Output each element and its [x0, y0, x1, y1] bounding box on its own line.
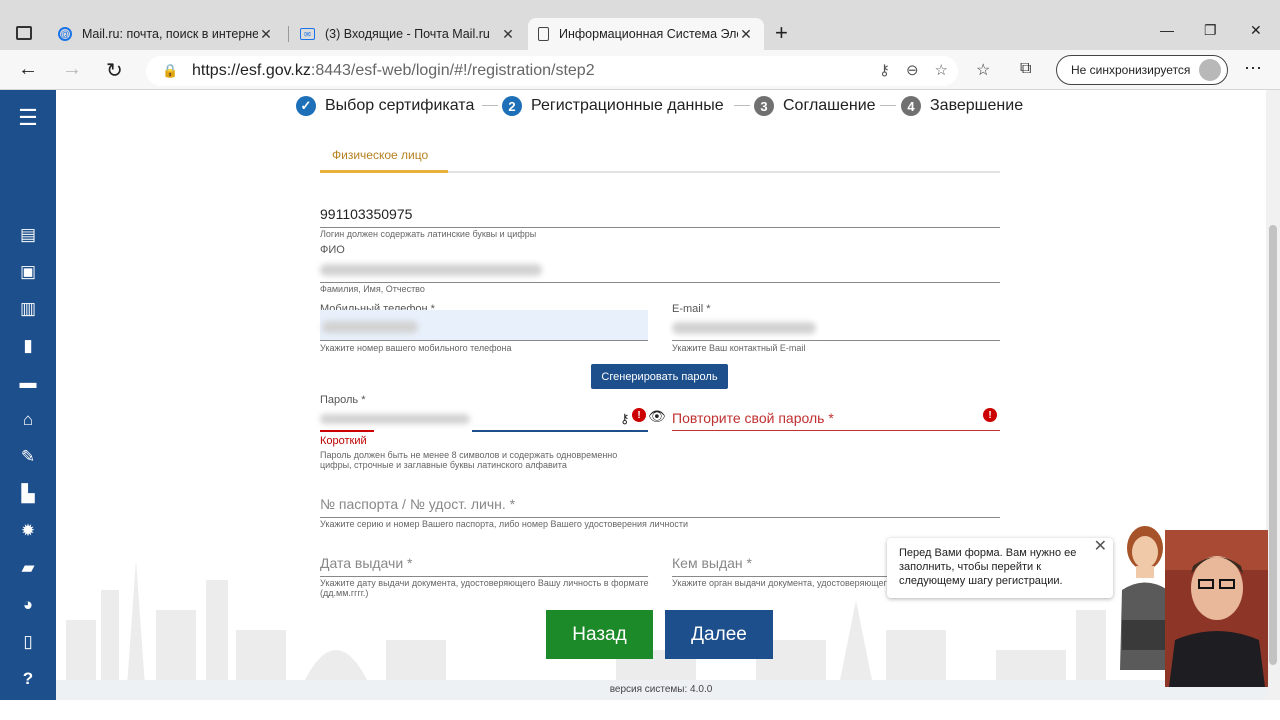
collections-icon[interactable]: ⧉: [1020, 60, 1031, 78]
browser-tab-mailru[interactable]: @ Mail.ru: почта, поиск в интерне ✕: [48, 18, 284, 50]
document-icon: [538, 27, 549, 41]
scrollbar-thumb[interactable]: [1269, 225, 1277, 665]
presenter-webcam: [1165, 530, 1268, 687]
reload-icon[interactable]: ↻: [106, 58, 123, 83]
more-options-icon[interactable]: ⋯: [1244, 58, 1262, 79]
close-tab-icon[interactable]: ✕: [258, 26, 274, 43]
phone-hint: Укажите номер вашего мобильного телефона: [320, 343, 512, 353]
system-version: версия системы: 4.0.0: [56, 680, 1266, 700]
close-tab-icon[interactable]: ✕: [500, 26, 516, 43]
password-label: Пароль *: [320, 394, 366, 406]
fio-label: ФИО: [320, 244, 345, 256]
step-label: Регистрационные данные: [531, 97, 724, 114]
tab-title: (3) Входящие - Почта Mail.ru: [325, 27, 490, 41]
back-button[interactable]: Назад: [546, 610, 653, 659]
login-input[interactable]: 991103350975: [320, 206, 412, 222]
browser-tab-bar: @ Mail.ru: почта, поиск в интерне ✕ ✉ (3…: [0, 0, 1280, 50]
page-content: ☰ ▤ ▣ ▥ ▮ ▬ ⌂ ✎ ▙ ✹ ▰ ◕ ▯ ? ✓ Выбор серт…: [0, 90, 1280, 720]
new-tab-button[interactable]: +: [775, 20, 788, 46]
edit-document-icon[interactable]: ✎: [16, 446, 40, 468]
step-label: Выбор сертификата: [325, 97, 475, 114]
tab-individual[interactable]: Физическое лицо: [332, 148, 428, 162]
browser-tab-inbox[interactable]: ✉ (3) Входящие - Почта Mail.ru ✕: [290, 18, 526, 50]
sync-label: Не синхронизируется: [1071, 63, 1191, 77]
url-text: https://esf.gov.kz:8443/esf-web/login/#!…: [192, 62, 595, 79]
generate-password-button[interactable]: Сгенерировать пароль: [591, 364, 728, 389]
add-favorite-icon[interactable]: ☆: [935, 61, 948, 79]
passport-input[interactable]: № паспорта / № удост. личн. *: [320, 496, 515, 512]
step-label: Соглашение: [783, 97, 876, 114]
password-repeat-error-icon: !: [983, 408, 997, 422]
issued-by-hint: Укажите орган выдачи документа, удостове…: [672, 578, 888, 588]
back-arrow-icon[interactable]: ←: [18, 58, 38, 81]
password-input[interactable]: [320, 414, 470, 424]
page-scrollbar[interactable]: [1266, 90, 1280, 700]
next-button[interactable]: Далее: [665, 610, 773, 659]
profile-sync-button[interactable]: Не синхронизируется: [1056, 55, 1228, 85]
id-card-icon[interactable]: ▣: [16, 261, 40, 283]
step-number: 3: [754, 96, 774, 116]
fio-input[interactable]: [320, 264, 542, 276]
step-label: Завершение: [930, 97, 1024, 114]
fio-hint: Фамилия, Имя, Отчество: [320, 284, 425, 294]
mail-envelope-icon: ✉: [300, 28, 315, 40]
lock-icon[interactable]: 🔒: [162, 63, 184, 79]
building-icon[interactable]: ▥: [16, 298, 40, 320]
tab-title: Информационная Система Эле: [559, 27, 738, 41]
step-1-select-certificate: ✓ Выбор сертификата: [296, 96, 474, 116]
restore-button[interactable]: ❐: [1204, 22, 1217, 39]
tab-title: Mail.ru: почта, поиск в интерне: [82, 27, 258, 41]
book-icon[interactable]: ▯: [16, 631, 40, 653]
zoom-icon[interactable]: ⊖: [906, 61, 919, 79]
briefcase-icon[interactable]: ▬: [16, 372, 40, 394]
password-error-icon: !: [632, 408, 646, 422]
sidebar: ☰ ▤ ▣ ▥ ▮ ▬ ⌂ ✎ ▙ ✹ ▰ ◕ ▯ ?: [0, 90, 56, 720]
password-hint: Пароль должен быть не менее 8 символов и…: [320, 450, 618, 470]
password-strength: Короткий: [320, 435, 367, 447]
document-icon[interactable]: ▤: [16, 224, 40, 246]
step-2-registration-data: 2 Регистрационные данные: [502, 96, 724, 116]
issued-by-input[interactable]: Кем выдан *: [672, 555, 752, 571]
issue-date-hint: Укажите дату выдачи документа, удостовер…: [320, 578, 649, 598]
step-3-agreement: 3 Соглашение: [754, 96, 876, 116]
key-icon: ⚷: [620, 411, 630, 426]
email-label: E-mail *: [672, 303, 711, 315]
email-input[interactable]: [672, 322, 816, 334]
warehouse-icon[interactable]: ⌂: [16, 409, 40, 431]
key-icon[interactable]: ⚷: [879, 61, 890, 79]
assistant-message: ✕ Перед Вами форма. Вам нужно ее заполни…: [887, 538, 1113, 598]
address-bar[interactable]: 🔒 https://esf.gov.kz:8443/esf-web/login/…: [146, 56, 958, 86]
browser-toolbar: ← → ↻ 🔒 https://esf.gov.kz:8443/esf-web/…: [0, 50, 1280, 90]
avatar-icon: [1199, 59, 1221, 81]
login-hint: Логин должен содержать латинские буквы и…: [320, 229, 537, 239]
help-icon[interactable]: ?: [16, 668, 40, 690]
password-repeat-input[interactable]: Повторите свой пароль *: [672, 410, 834, 426]
step-number: 2: [502, 96, 522, 116]
show-password-eye-icon[interactable]: 👁: [648, 408, 666, 425]
close-window-button[interactable]: ✕: [1250, 22, 1262, 39]
favorites-icon[interactable]: ☆: [976, 60, 990, 80]
close-tab-icon[interactable]: ✕: [738, 26, 754, 43]
dashboard-icon[interactable]: ◕: [16, 594, 40, 616]
step-4-completion: 4 Завершение: [901, 96, 1023, 116]
passport-hint: Укажите серию и номер Вашего паспорта, л…: [320, 519, 689, 529]
email-hint: Укажите Ваш контактный E-mail: [672, 343, 806, 353]
menu-icon[interactable]: ☰: [16, 105, 40, 130]
browser-tab-esf[interactable]: Информационная Система Эле ✕: [528, 18, 764, 50]
cart-icon[interactable]: ▙: [16, 483, 40, 505]
issue-date-input[interactable]: Дата выдачи *: [320, 555, 413, 571]
forward-arrow-icon[interactable]: →: [62, 58, 82, 81]
minimize-button[interactable]: —: [1160, 22, 1174, 38]
gear-icon[interactable]: ✹: [16, 520, 40, 542]
tab-actions-icon[interactable]: [16, 26, 32, 40]
file-icon[interactable]: ▮: [16, 335, 40, 357]
tab-active-indicator: [320, 170, 448, 173]
folder-open-icon[interactable]: ▰: [16, 557, 40, 579]
close-icon[interactable]: ✕: [1094, 539, 1107, 555]
mailru-icon: @: [58, 27, 72, 41]
assistant-text: Перед Вами форма. Вам нужно ее заполнить…: [899, 547, 1077, 587]
step-number: 4: [901, 96, 921, 116]
check-icon: ✓: [296, 96, 316, 116]
